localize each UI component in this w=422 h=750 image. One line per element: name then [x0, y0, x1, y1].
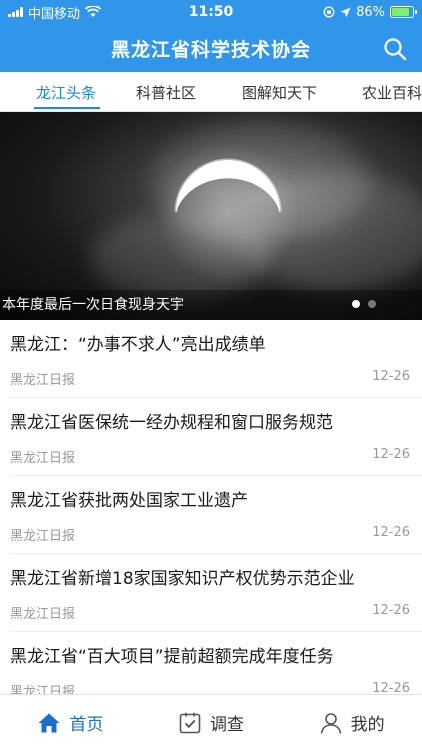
profile-icon [320, 712, 341, 734]
status-left: 中国移动 [8, 3, 102, 22]
news-title: 黑龙江省新增18家国家知识产权优势示范企业 [10, 569, 355, 589]
news-date: 12-26 [372, 369, 410, 384]
news-source: 黑龙江日报 [10, 373, 76, 388]
bottom-tab-home[interactable]: 首页 [0, 695, 141, 750]
carousel-dot-active[interactable] [352, 300, 360, 308]
news-date: 12-26 [372, 603, 410, 618]
status-time: 11:50 [188, 4, 234, 20]
bottom-tab-profile[interactable]: 我的 [281, 695, 422, 750]
category-tabs: 龙江头条 科普社区 图解知天下 农业百科 [0, 72, 422, 112]
banner-caption-bar: 本年度最后一次日食现身天宇 [0, 290, 422, 320]
active-tab-indicator [34, 107, 100, 109]
news-date: 12-26 [372, 525, 410, 540]
news-date: 12-26 [372, 447, 410, 462]
battery-level [392, 8, 410, 16]
bottom-tab-bar: 首页 调查 我的 [0, 694, 422, 750]
news-title: 黑龙江省“百大项目”提前超额完成年度任务 [10, 647, 334, 667]
news-list: 黑龙江：“办事不求人”亮出成绩单 黑龙江日报 12-26 黑龙江省医保统一经办规… [0, 320, 422, 710]
battery-icon [390, 6, 417, 18]
signal-icon [8, 7, 23, 17]
news-item[interactable]: 黑龙江省获批两处国家工业遗产 黑龙江日报 12-26 [10, 476, 422, 554]
tab-longjiang-headlines[interactable]: 龙江头条 [36, 82, 96, 103]
news-source: 黑龙江日报 [10, 529, 76, 544]
page-title: 黑龙江省科学技术协会 [110, 38, 311, 61]
status-right: 86% [323, 4, 417, 20]
bottom-tab-home-label: 首页 [69, 715, 104, 735]
carousel-dot[interactable] [368, 300, 376, 308]
bottom-tab-survey[interactable]: 调查 [141, 695, 282, 750]
home-icon [38, 713, 60, 732]
bottom-tab-profile-label: 我的 [350, 715, 385, 735]
news-title: 黑龙江省获批两处国家工业遗产 [10, 491, 248, 511]
tab-science-community[interactable]: 科普社区 [136, 82, 196, 103]
news-item[interactable]: 黑龙江：“办事不求人”亮出成绩单 黑龙江日报 12-26 [10, 320, 422, 398]
carousel-dots [352, 300, 376, 308]
search-icon[interactable] [382, 36, 408, 62]
news-item[interactable]: 黑龙江省新增18家国家知识产权优势示范企业 黑龙江日报 12-26 [10, 554, 422, 632]
nav-bar: 黑龙江省科学技术协会 [0, 24, 422, 72]
bottom-tab-survey-label: 调查 [210, 715, 244, 735]
news-title: 黑龙江省医保统一经办规程和窗口服务规范 [10, 413, 333, 433]
wifi-icon [85, 6, 102, 17]
banner-carousel[interactable]: 本年度最后一次日食现身天宇 [0, 112, 422, 320]
news-title: 黑龙江：“办事不求人”亮出成绩单 [10, 335, 266, 355]
banner-caption: 本年度最后一次日食现身天宇 [2, 297, 184, 313]
solar-eclipse-image [156, 140, 300, 284]
news-item[interactable]: 黑龙江省医保统一经办规程和窗口服务规范 黑龙江日报 12-26 [10, 398, 422, 476]
carrier-label: 中国移动 [28, 6, 81, 22]
news-source: 黑龙江日报 [10, 607, 76, 622]
app-header: 中国移动 11:50 86% 黑龙江省科学技术协会 [0, 0, 422, 72]
tab-agriculture-encyclopedia[interactable]: 农业百科 [362, 82, 422, 103]
location-icon [340, 7, 351, 17]
status-bar: 中国移动 11:50 86% [0, 0, 422, 24]
battery-percent: 86% [356, 4, 385, 20]
news-source: 黑龙江日报 [10, 451, 76, 466]
orientation-lock-icon [323, 6, 335, 18]
tab-illustrated-world[interactable]: 图解知天下 [242, 82, 317, 103]
survey-icon [179, 712, 201, 733]
